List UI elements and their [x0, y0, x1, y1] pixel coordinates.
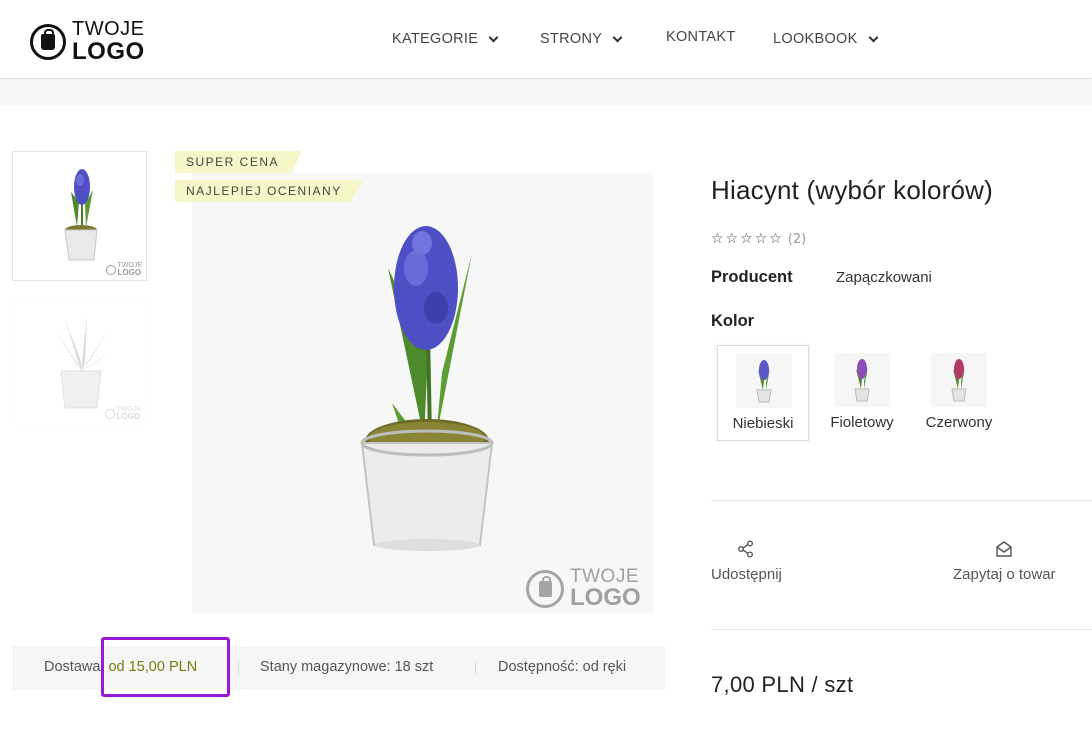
availability-info: Dostępność: od ręki [498, 659, 627, 675]
nav-label: KATEGORIE [392, 31, 479, 47]
share-button[interactable]: Udostępnij [711, 540, 782, 583]
site-logo[interactable]: TWOJE LOGO [30, 19, 145, 64]
watermark-logo: TWOJE LOGO [105, 262, 142, 277]
stock-info: Stany magazynowe: 18 szt [260, 659, 434, 675]
badge-super-cena: SUPER CENA [175, 151, 302, 173]
color-swatch-image [931, 353, 987, 407]
thumbnail-aloe[interactable]: TWOJE LOGO [14, 300, 146, 425]
chevron-down-icon [612, 32, 623, 42]
envelope-open-icon [996, 541, 1012, 557]
shopping-bag-icon [30, 23, 66, 60]
delivery-label: Dostawa: [44, 659, 105, 675]
ask-label: Zapytaj o towar [953, 566, 1056, 583]
color-option-niebieski[interactable]: Niebieski [717, 345, 809, 441]
watermark-text-bottom: LOGO [570, 584, 641, 611]
nav-label: LOOKBOOK [773, 31, 858, 47]
producer-value[interactable]: Zapączkowani [836, 269, 932, 286]
nav-item-kontakt[interactable]: KONTAKT [666, 27, 736, 47]
share-icon [738, 540, 754, 558]
chevron-down-icon [488, 32, 499, 42]
color-swatch-image [834, 353, 890, 407]
color-swatch-image [736, 354, 792, 408]
chevron-down-icon [868, 32, 879, 42]
rating-count: (2) [787, 231, 807, 247]
main-product-image[interactable] [192, 173, 654, 613]
nav-item-strony[interactable]: STRONY [540, 29, 623, 49]
watermark-logo: TWOJE LOGO [104, 406, 141, 421]
hyacinth-main-image [360, 226, 494, 551]
divider [238, 661, 239, 675]
product-title: Hiacynt (wybór kolorów) [711, 175, 994, 205]
divider [475, 661, 476, 675]
nav-label: STRONY [540, 31, 603, 47]
logo-text-bottom: LOGO [72, 38, 145, 65]
product-price: 7,00 PLN / szt [711, 672, 854, 697]
color-label: Kolor [711, 312, 755, 330]
rating[interactable]: ☆☆☆☆☆ (2) [711, 231, 806, 247]
color-option-label: Fioletowy [830, 414, 894, 431]
color-option-czerwony[interactable]: Czerwony [913, 345, 1005, 441]
logo-text-top: TWOJE [72, 18, 145, 40]
nav-item-lookbook[interactable]: LOOKBOOK [773, 29, 879, 49]
nav-item-kategorie[interactable]: KATEGORIE [392, 29, 499, 49]
delivery-highlight-box [101, 637, 230, 697]
color-option-fioletowy[interactable]: Fioletowy [816, 345, 908, 441]
share-label: Udostępnij [711, 566, 782, 583]
producer-label: Producent [711, 268, 793, 286]
divider [711, 629, 1092, 630]
watermark-logo: TWOJE LOGO [526, 567, 641, 610]
color-option-label: Czerwony [925, 414, 993, 431]
star-rating-icons: ☆☆☆☆☆ [711, 231, 784, 247]
divider [711, 500, 1092, 501]
breadcrumb-band [0, 80, 1092, 105]
site-header: TWOJE LOGO KATEGORIE STRONY KONTAKT LOOK… [0, 0, 1092, 79]
ask-about-product-button[interactable]: Zapytaj o towar [953, 540, 1056, 583]
color-option-label: Niebieski [732, 415, 794, 432]
shopping-bag-icon [526, 569, 564, 608]
badge-najlepiej-oceniany: NAJLEPIEJ OCENIANY [175, 180, 364, 202]
thumbnail-hyacinth[interactable]: TWOJE LOGO [12, 151, 147, 281]
nav-label: KONTAKT [666, 29, 736, 45]
